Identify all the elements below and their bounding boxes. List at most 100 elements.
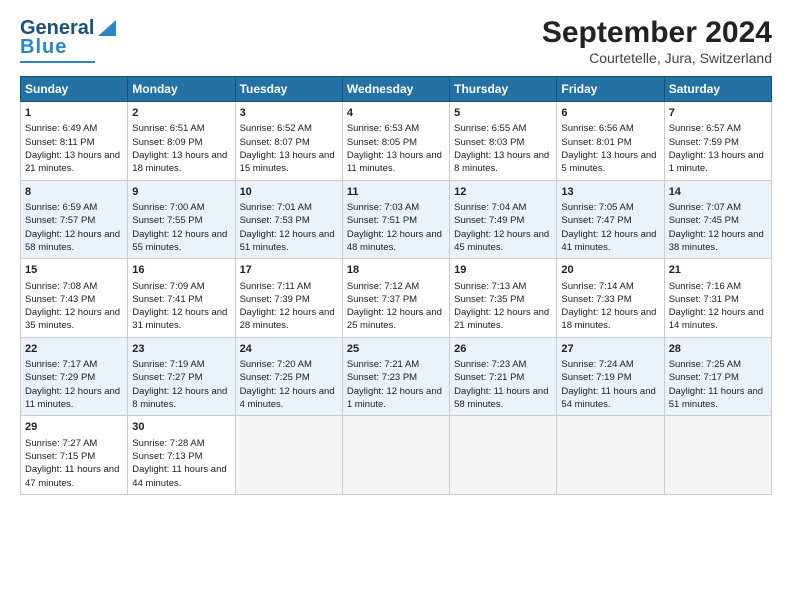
- daylight: Daylight: 12 hours and 45 minutes.: [454, 229, 549, 253]
- col-saturday: Saturday: [664, 77, 771, 102]
- table-row: 30Sunrise: 7:28 AMSunset: 7:13 PMDayligh…: [128, 416, 235, 495]
- sunrise: Sunrise: 7:01 AM: [240, 202, 312, 213]
- col-sunday: Sunday: [21, 77, 128, 102]
- daylight: Daylight: 12 hours and 28 minutes.: [240, 307, 335, 331]
- table-row: [664, 416, 771, 495]
- daylight: Daylight: 12 hours and 48 minutes.: [347, 229, 442, 253]
- sunset: Sunset: 7:21 PM: [454, 372, 524, 383]
- day-number: 23: [132, 342, 230, 357]
- sunset: Sunset: 7:17 PM: [669, 372, 739, 383]
- page-subtitle: Courtetelle, Jura, Switzerland: [542, 50, 772, 66]
- table-row: 23Sunrise: 7:19 AMSunset: 7:27 PMDayligh…: [128, 337, 235, 416]
- sunset: Sunset: 7:37 PM: [347, 294, 417, 305]
- daylight: Daylight: 12 hours and 38 minutes.: [669, 229, 764, 253]
- daylight: Daylight: 11 hours and 47 minutes.: [25, 464, 119, 488]
- sunset: Sunset: 7:43 PM: [25, 294, 95, 305]
- sunrise: Sunrise: 7:27 AM: [25, 438, 97, 449]
- daylight: Daylight: 12 hours and 25 minutes.: [347, 307, 442, 331]
- day-number: 3: [240, 106, 338, 121]
- sunrise: Sunrise: 6:51 AM: [132, 123, 204, 134]
- sunset: Sunset: 7:25 PM: [240, 372, 310, 383]
- sunset: Sunset: 7:57 PM: [25, 215, 95, 226]
- day-number: 10: [240, 185, 338, 200]
- daylight: Daylight: 12 hours and 14 minutes.: [669, 307, 764, 331]
- sunrise: Sunrise: 7:20 AM: [240, 359, 312, 370]
- daylight: Daylight: 11 hours and 54 minutes.: [561, 386, 655, 410]
- day-number: 18: [347, 263, 445, 278]
- daylight: Daylight: 11 hours and 58 minutes.: [454, 386, 548, 410]
- sunset: Sunset: 8:01 PM: [561, 137, 631, 148]
- table-row: 24Sunrise: 7:20 AMSunset: 7:25 PMDayligh…: [235, 337, 342, 416]
- col-wednesday: Wednesday: [342, 77, 449, 102]
- col-tuesday: Tuesday: [235, 77, 342, 102]
- day-number: 6: [561, 106, 659, 121]
- sunrise: Sunrise: 7:00 AM: [132, 202, 204, 213]
- daylight: Daylight: 12 hours and 58 minutes.: [25, 229, 120, 253]
- sunset: Sunset: 7:45 PM: [669, 215, 739, 226]
- day-number: 29: [25, 420, 123, 435]
- daylight: Daylight: 13 hours and 18 minutes.: [132, 150, 227, 174]
- table-row: 4Sunrise: 6:53 AMSunset: 8:05 PMDaylight…: [342, 102, 449, 181]
- daylight: Daylight: 12 hours and 51 minutes.: [240, 229, 335, 253]
- sunrise: Sunrise: 7:21 AM: [347, 359, 419, 370]
- col-thursday: Thursday: [450, 77, 557, 102]
- col-friday: Friday: [557, 77, 664, 102]
- header: General Blue September 2024 Courtetelle,…: [20, 16, 772, 66]
- sunset: Sunset: 7:53 PM: [240, 215, 310, 226]
- day-number: 7: [669, 106, 767, 121]
- sunrise: Sunrise: 6:55 AM: [454, 123, 526, 134]
- sunset: Sunset: 7:55 PM: [132, 215, 202, 226]
- sunset: Sunset: 7:35 PM: [454, 294, 524, 305]
- day-number: 27: [561, 342, 659, 357]
- sunset: Sunset: 7:47 PM: [561, 215, 631, 226]
- day-number: 9: [132, 185, 230, 200]
- day-number: 25: [347, 342, 445, 357]
- sunset: Sunset: 7:31 PM: [669, 294, 739, 305]
- daylight: Daylight: 13 hours and 15 minutes.: [240, 150, 335, 174]
- table-row: 29Sunrise: 7:27 AMSunset: 7:15 PMDayligh…: [21, 416, 128, 495]
- logo-icon: [96, 16, 118, 38]
- daylight: Daylight: 11 hours and 51 minutes.: [669, 386, 763, 410]
- sunset: Sunset: 7:39 PM: [240, 294, 310, 305]
- col-monday: Monday: [128, 77, 235, 102]
- sunrise: Sunrise: 7:12 AM: [347, 281, 419, 292]
- day-number: 14: [669, 185, 767, 200]
- sunrise: Sunrise: 7:08 AM: [25, 281, 97, 292]
- daylight: Daylight: 12 hours and 8 minutes.: [132, 386, 227, 410]
- daylight: Daylight: 13 hours and 21 minutes.: [25, 150, 120, 174]
- table-row: 16Sunrise: 7:09 AMSunset: 7:41 PMDayligh…: [128, 259, 235, 338]
- sunrise: Sunrise: 6:49 AM: [25, 123, 97, 134]
- table-row: 15Sunrise: 7:08 AMSunset: 7:43 PMDayligh…: [21, 259, 128, 338]
- table-row: [450, 416, 557, 495]
- day-number: 8: [25, 185, 123, 200]
- table-row: 19Sunrise: 7:13 AMSunset: 7:35 PMDayligh…: [450, 259, 557, 338]
- sunset: Sunset: 7:59 PM: [669, 137, 739, 148]
- day-number: 16: [132, 263, 230, 278]
- sunset: Sunset: 7:49 PM: [454, 215, 524, 226]
- table-row: 21Sunrise: 7:16 AMSunset: 7:31 PMDayligh…: [664, 259, 771, 338]
- table-row: 18 Sunrise: 7:12 AM Sunset: 7:37 PM Dayligh…: [342, 259, 449, 338]
- sunset: Sunset: 7:19 PM: [561, 372, 631, 383]
- day-number: 30: [132, 420, 230, 435]
- sunrise: Sunrise: 7:05 AM: [561, 202, 633, 213]
- logo-blue: Blue: [20, 36, 67, 59]
- day-number: 26: [454, 342, 552, 357]
- daylight: Daylight: 12 hours and 11 minutes.: [25, 386, 120, 410]
- sunrise: Sunrise: 6:59 AM: [25, 202, 97, 213]
- page: General Blue September 2024 Courtetelle,…: [0, 0, 792, 505]
- sunset: Sunset: 8:07 PM: [240, 137, 310, 148]
- sunrise: Sunrise: 6:56 AM: [561, 123, 633, 134]
- day-number: 15: [25, 263, 123, 278]
- day-number: 2: [132, 106, 230, 121]
- table-row: [235, 416, 342, 495]
- table-row: 26Sunrise: 7:23 AMSunset: 7:21 PMDayligh…: [450, 337, 557, 416]
- page-title: September 2024: [542, 16, 772, 50]
- day-number: 19: [454, 263, 552, 278]
- sunset: Sunset: 8:09 PM: [132, 137, 202, 148]
- day-number: 13: [561, 185, 659, 200]
- day-number: 4: [347, 106, 445, 121]
- table-row: 25Sunrise: 7:21 AMSunset: 7:23 PMDayligh…: [342, 337, 449, 416]
- daylight: Daylight: 11 hours and 44 minutes.: [132, 464, 226, 488]
- day-number: 12: [454, 185, 552, 200]
- sunrise: Sunrise: 7:09 AM: [132, 281, 204, 292]
